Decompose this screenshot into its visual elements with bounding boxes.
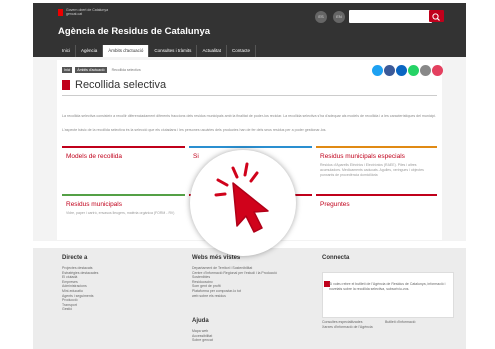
nav-item-consultes[interactable]: Consultes i tràmits <box>149 45 198 57</box>
footer-link[interactable]: Butlletí d'informació <box>385 320 445 325</box>
page-title-marker <box>62 80 70 90</box>
card-title: Models de recollida <box>66 153 123 160</box>
footer-link[interactable]: Gestió <box>62 307 152 312</box>
footer-link[interactable]: Centre d'Informació Regional per l'estud… <box>192 271 282 280</box>
card-title: Preguntes <box>320 201 350 208</box>
linkedin-icon[interactable] <box>396 65 407 76</box>
screenshot-frame: Govern obert de Catalunya gencat.cat ES … <box>0 0 495 349</box>
breadcrumb-home[interactable]: Inici <box>62 67 73 73</box>
nav-item-ambits[interactable]: Àmbits d'actuació <box>103 45 150 57</box>
facebook-icon[interactable] <box>384 65 395 76</box>
print-icon[interactable] <box>432 65 443 76</box>
gencat-line2: gencat.cat <box>66 12 83 16</box>
card-title: Residus municipals <box>66 201 122 208</box>
search-icon <box>432 13 440 21</box>
card-preguntes[interactable]: Preguntes <box>316 194 437 231</box>
card-residus-especials[interactable]: Residus municipals especials Residus d'A… <box>316 146 437 183</box>
search-input[interactable] <box>349 10 432 23</box>
footer-directe-list: Projectes destacats Estratègies destacad… <box>62 266 152 312</box>
page-title: Recollida selectiva <box>75 79 167 91</box>
site-title[interactable]: Agència de Residus de Catalunya <box>58 26 210 37</box>
footer-link[interactable]: Xarxes d'informació de l'Agència <box>322 325 382 330</box>
pointer-click-icon <box>214 162 269 233</box>
footer-directe-title: Directe a <box>62 255 88 261</box>
click-cursor-badge <box>190 150 296 256</box>
nav-item-contacte[interactable]: Contacte <box>227 45 256 57</box>
card-models-recollida[interactable]: Models de recollida <box>62 146 185 183</box>
gencat-text: Govern obert de Catalunya gencat.cat <box>66 8 126 16</box>
newsletter-text: Si voleu rebre el butlletí de l'Agència … <box>329 282 446 291</box>
intro-paragraph-2: L'aspecte bàsic de la recollida selectiv… <box>62 128 327 132</box>
main-nav: Inici Agència Àmbits d'actuació Consulte… <box>57 45 256 57</box>
lang-en-button[interactable]: EN <box>333 11 345 23</box>
card-residus-municipals[interactable]: Residus municipals Vidre, paper i cartró… <box>62 194 185 231</box>
breadcrumb-ambits[interactable]: Àmbits d'actuació <box>75 67 107 73</box>
lang-es-button[interactable]: ES <box>315 11 327 23</box>
footer-ajuda-title: Ajuda <box>192 318 209 324</box>
title-divider <box>62 95 437 96</box>
search-button[interactable] <box>429 10 444 22</box>
email-icon[interactable] <box>420 65 431 76</box>
card-body: Vidre, paper i cartró, envasos lleugers,… <box>66 211 175 215</box>
nav-item-agencia[interactable]: Agència <box>76 45 104 57</box>
breadcrumb: Inici Àmbits d'actuació Recollida select… <box>62 67 143 73</box>
nav-item-actualitat[interactable]: Actualitat <box>197 45 227 57</box>
breadcrumb-current: Recollida selectiva <box>111 68 141 72</box>
whatsapp-icon[interactable] <box>408 65 419 76</box>
intro-paragraph: La recollida selectiva consisteix a reco… <box>62 114 437 118</box>
footer-webs-list: Departament de Territori i Sostenibilita… <box>192 266 282 298</box>
footer-ajuda-list: Mapa web Accessibilitat Sobre gencat <box>192 329 282 343</box>
card-body: Residus d'Aparells Elèctrics i Electròni… <box>320 163 424 177</box>
nav-item-inici[interactable]: Inici <box>57 45 77 57</box>
newsletter-box[interactable] <box>322 272 454 318</box>
footer-connecta-list: Consultes especialitzades Xarxes d'infor… <box>322 320 382 329</box>
twitter-icon[interactable] <box>372 65 383 76</box>
footer-connecta-list-2: Butlletí d'informació <box>385 320 445 325</box>
gencat-logo[interactable] <box>58 9 63 16</box>
card-title: Residus municipals especials <box>320 153 405 160</box>
footer-link[interactable]: Sobre gencat <box>192 338 282 343</box>
footer-link[interactable]: web sobre els residus <box>192 294 282 299</box>
footer-connecta-title: Connecta <box>322 255 350 261</box>
